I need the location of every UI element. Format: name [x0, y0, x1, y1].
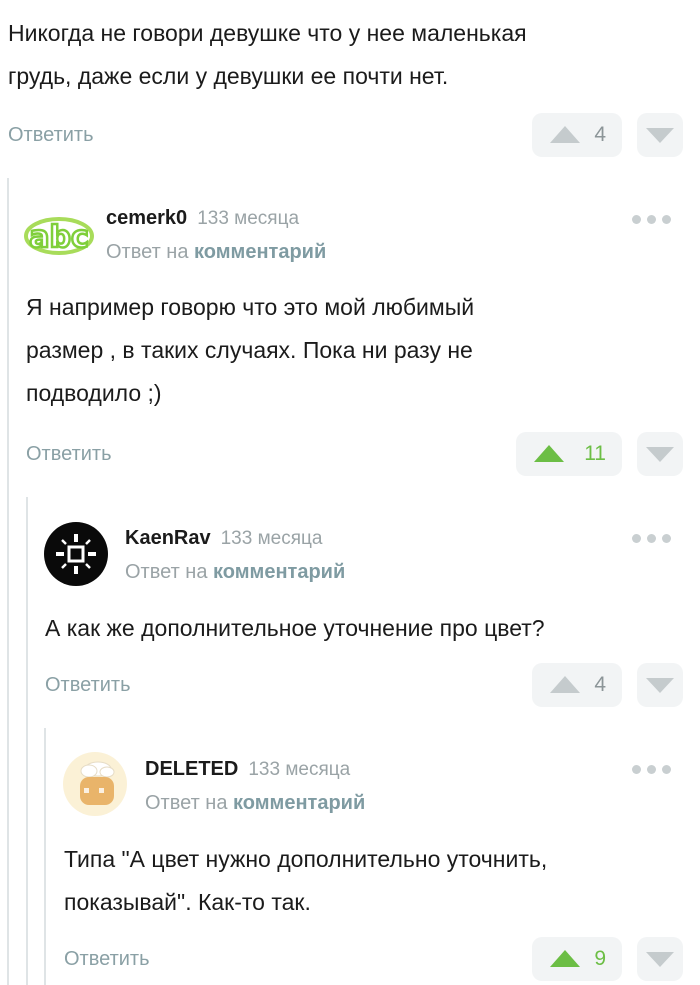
reply-to-label: Ответ на: [106, 241, 189, 263]
reply-to-link[interactable]: комментарий: [233, 792, 365, 814]
comment-time: 133 месяца: [248, 759, 351, 780]
downvote-button[interactable]: [637, 937, 683, 981]
downvote-icon: [646, 678, 674, 693]
comment-time: 133 месяца: [220, 528, 323, 549]
upvote-button[interactable]: 4: [532, 663, 622, 707]
vote-count: 4: [594, 673, 606, 696]
comment-line: Я например говорю что это мой любимый: [26, 294, 475, 320]
more-options-icon[interactable]: [632, 765, 671, 774]
comment-line: размер , в таких случаях. Пока ни разу н…: [26, 337, 473, 363]
comment-text: Типа "А цвет нужно дополнительно уточнит…: [64, 838, 689, 924]
more-options-icon[interactable]: [632, 534, 671, 543]
svg-text:abc: abc: [29, 220, 89, 255]
author-name[interactable]: KaenRav: [125, 527, 211, 549]
thread-line-2: [26, 497, 28, 985]
upvote-icon: [550, 950, 580, 967]
comment-line: показывай". Как-то так.: [64, 889, 311, 915]
upvote-button[interactable]: 11: [516, 432, 622, 476]
avatar[interactable]: [44, 522, 108, 586]
avatar[interactable]: [63, 752, 127, 816]
upvote-icon: [550, 676, 580, 693]
more-options-icon[interactable]: [632, 215, 671, 224]
reply-to-label: Ответ на: [125, 561, 208, 583]
reply-to-link[interactable]: комментарий: [213, 561, 345, 583]
vote-count: 9: [594, 947, 606, 970]
reply-button[interactable]: Ответить: [8, 124, 94, 147]
avatar[interactable]: abc: [24, 205, 94, 265]
comment-line: А как же дополнительное уточнение про цв…: [45, 615, 545, 641]
vote-count: 4: [594, 123, 606, 146]
upvote-icon: [534, 445, 564, 462]
downvote-button[interactable]: [637, 432, 683, 476]
downvote-button[interactable]: [637, 113, 683, 157]
comment-line: Типа "А цвет нужно дополнительно уточнит…: [64, 846, 548, 872]
downvote-icon: [646, 128, 674, 143]
comment-text: Я например говорю что это мой любимый ра…: [26, 286, 686, 415]
comment-line: грудь, даже если у девушки ее почти нет.: [8, 63, 449, 89]
downvote-icon: [646, 952, 674, 967]
downvote-button[interactable]: [637, 663, 683, 707]
sun-symbol-icon: [44, 522, 108, 586]
vote-count: 11: [584, 442, 606, 465]
upvote-icon: [550, 126, 580, 143]
reply-to-link[interactable]: комментарий: [194, 241, 326, 263]
comment-line: Никогда не говори девушке что у нее мале…: [8, 20, 527, 46]
reply-button[interactable]: Ответить: [45, 674, 131, 697]
thread-line-1: [7, 178, 9, 985]
upvote-button[interactable]: 9: [532, 937, 622, 981]
comment-time: 133 месяца: [197, 208, 300, 229]
thread-line-3: [44, 728, 46, 985]
reply-button[interactable]: Ответить: [26, 443, 112, 466]
comment-text: А как же дополнительное уточнение про цв…: [45, 607, 690, 650]
toast-chef-icon: [63, 752, 127, 816]
author-name[interactable]: cemerk0: [106, 207, 187, 229]
author-name[interactable]: DELETED: [145, 758, 238, 780]
downvote-icon: [646, 447, 674, 462]
abc-logo-icon: abc: [24, 217, 94, 256]
comment-text: Никогда не говори девушке что у нее мале…: [8, 12, 688, 98]
reply-to-label: Ответ на: [145, 792, 228, 814]
reply-button[interactable]: Ответить: [64, 948, 150, 971]
comment-line: подводило ;): [26, 380, 162, 406]
upvote-button[interactable]: 4: [532, 113, 622, 157]
